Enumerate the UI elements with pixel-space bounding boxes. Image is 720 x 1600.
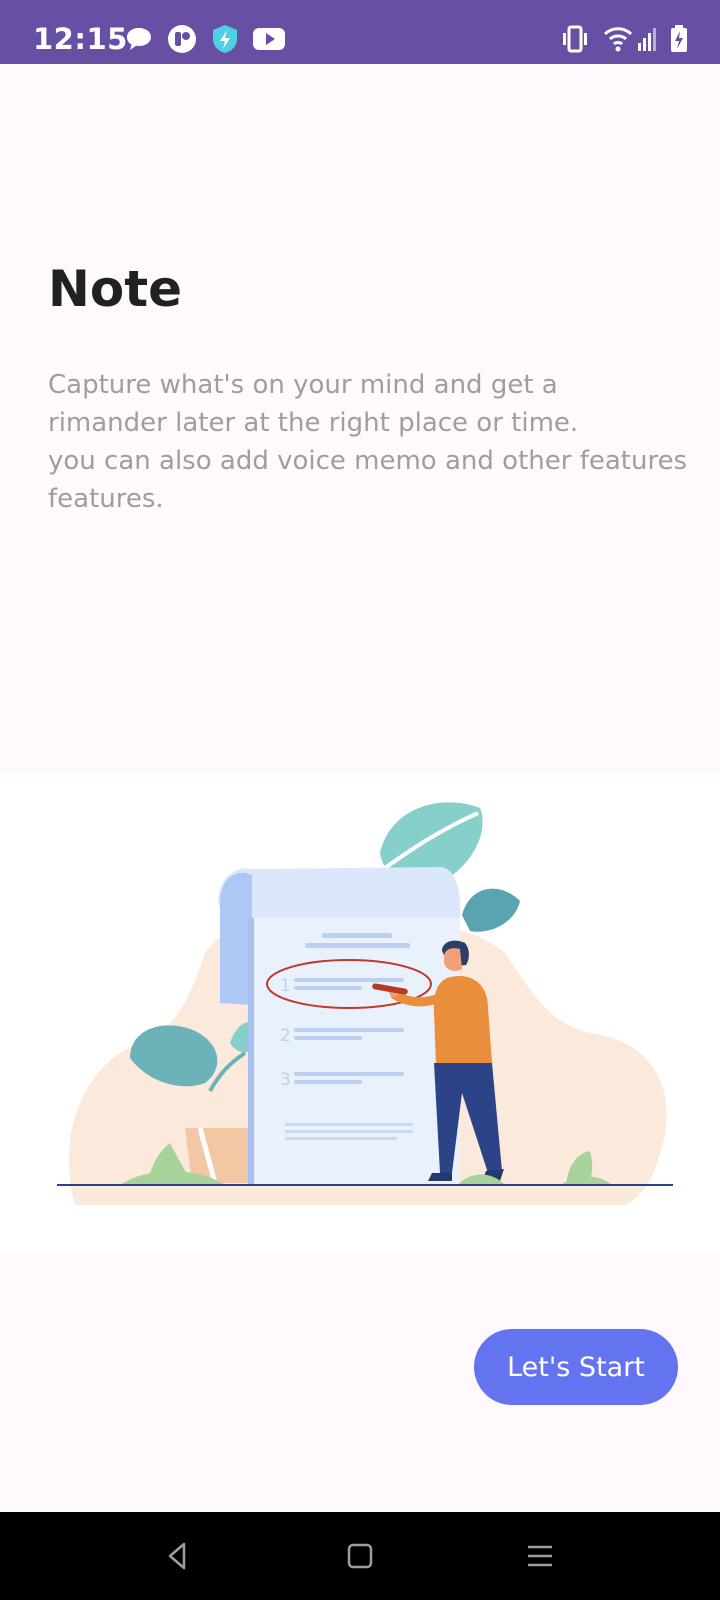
vibrate-icon: [560, 22, 590, 56]
status-time: 12:15: [33, 22, 128, 56]
list-number: 2: [280, 1026, 291, 1046]
home-icon[interactable]: [342, 1538, 378, 1574]
page-title: Note: [48, 260, 183, 318]
signal-icon: [637, 22, 659, 56]
battery-charging-icon: [668, 22, 690, 56]
messenger-app-icon: [165, 22, 199, 56]
back-icon[interactable]: [160, 1538, 196, 1574]
status-bar: 12:15: [0, 0, 720, 64]
youtube-icon: [250, 22, 288, 56]
list-number: 1: [280, 976, 291, 996]
description-line: rimander later at the right place or tim…: [48, 408, 579, 438]
wifi-icon: [603, 22, 633, 56]
illustration-panel: 1 2 3: [0, 773, 720, 1253]
shield-bolt-icon: [208, 22, 242, 56]
description-line: Capture what's on your mind and get a: [48, 370, 558, 400]
system-nav-bar: [0, 1512, 720, 1600]
description-line: you can also add voice memo and other fe…: [48, 446, 688, 476]
description-line: features.: [48, 484, 164, 514]
list-number: 3: [280, 1070, 291, 1090]
chat-bubble-icon: [122, 22, 156, 56]
recents-icon[interactable]: [522, 1538, 558, 1574]
note-checklist-illustration: 1 2 3: [57, 802, 673, 1205]
onboarding-description: Capture what's on your mind and get a ri…: [48, 366, 688, 518]
lets-start-button[interactable]: Let's Start: [474, 1329, 678, 1405]
